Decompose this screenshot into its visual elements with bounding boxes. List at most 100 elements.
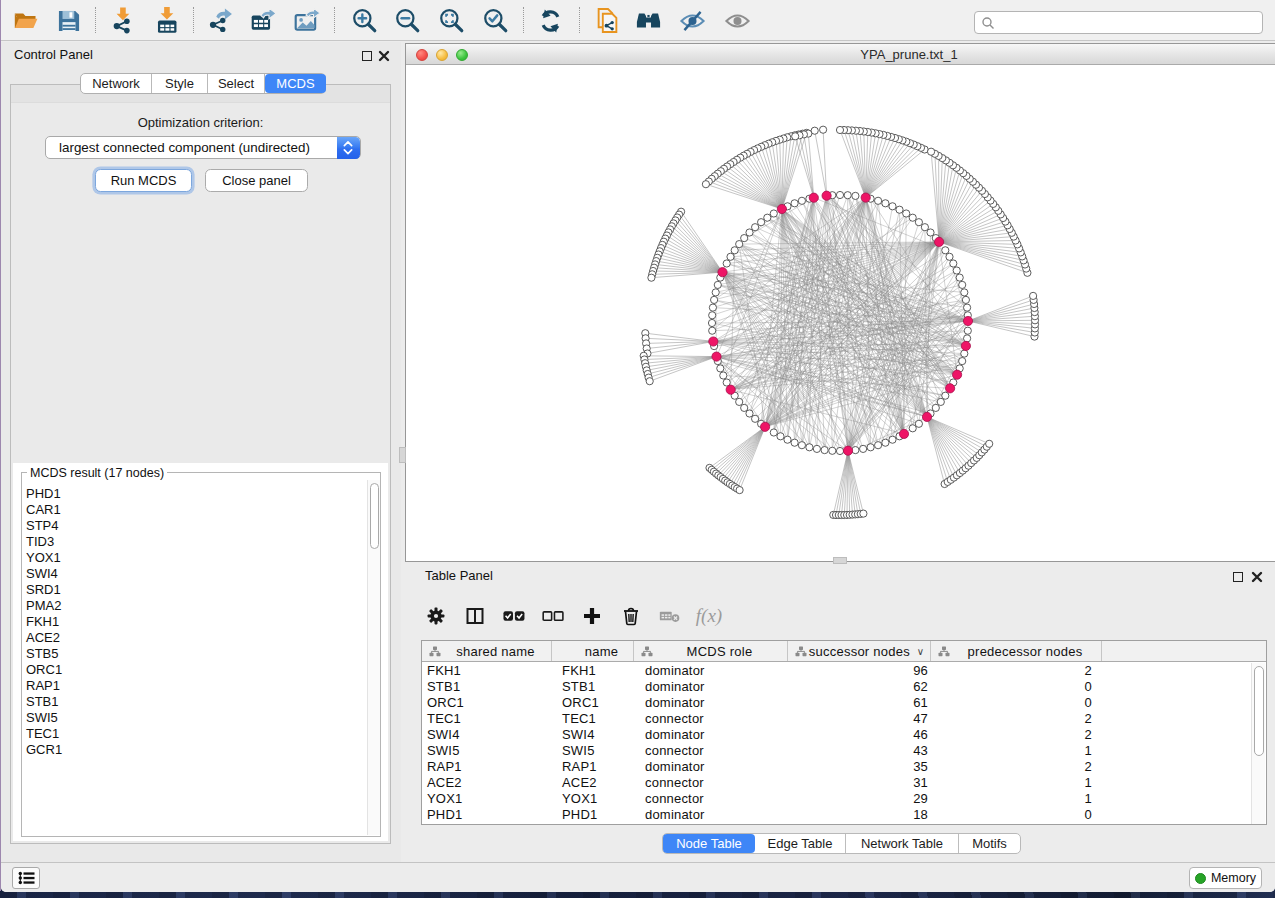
import-network-icon[interactable] xyxy=(110,7,137,34)
float-table-panel-icon[interactable] xyxy=(1233,572,1243,582)
tab-edge-table[interactable]: Edge Table xyxy=(755,834,846,853)
run-mcds-button[interactable]: Run MCDS xyxy=(95,169,192,192)
mcds-result-item[interactable]: STP4 xyxy=(23,518,367,534)
show-all-icon[interactable] xyxy=(724,7,751,34)
save-session-icon[interactable] xyxy=(55,7,82,34)
mcds-result-list[interactable]: PHD1CAR1STP4TID3YOX1SWI4SRD1PMA2FKH1ACE2… xyxy=(23,486,367,835)
select-all-icon[interactable] xyxy=(503,605,525,627)
mcds-result-item[interactable]: TID3 xyxy=(23,534,367,550)
function-builder-icon[interactable]: f(x) xyxy=(698,605,720,627)
close-window-icon[interactable] xyxy=(416,49,429,62)
tab-select[interactable]: Select xyxy=(208,74,265,93)
zoom-out-icon[interactable] xyxy=(394,7,421,34)
refresh-view-icon[interactable] xyxy=(537,7,564,34)
delete-row-icon[interactable] xyxy=(620,605,642,627)
export-table-icon[interactable] xyxy=(249,7,276,34)
criterion-dropdown[interactable]: largest connected component (undirected) xyxy=(45,136,361,159)
table-cell: 62 xyxy=(788,679,931,695)
mcds-result-item[interactable]: TEC1 xyxy=(23,726,367,742)
search-field[interactable] xyxy=(974,11,1263,34)
table-row[interactable]: TEC1TEC1connector472 xyxy=(422,711,1266,727)
column-header-name[interactable]: name xyxy=(552,641,634,661)
table-scrollbar[interactable] xyxy=(1251,663,1265,824)
mcds-result-item[interactable]: FKH1 xyxy=(23,614,367,630)
scrollbar-thumb[interactable] xyxy=(1254,666,1264,756)
table-cell: 1 xyxy=(931,791,1102,807)
tab-node-table[interactable]: Node Table xyxy=(663,834,755,853)
export-image-icon[interactable] xyxy=(293,7,320,34)
mcds-result-item[interactable]: YOX1 xyxy=(23,550,367,566)
delete-table-icon[interactable] xyxy=(659,605,681,627)
mcds-result-item[interactable]: SWI4 xyxy=(23,566,367,582)
minimize-window-icon[interactable] xyxy=(436,49,449,62)
table-cell: 35 xyxy=(788,759,931,775)
scrollbar-thumb[interactable] xyxy=(370,483,379,549)
clone-network-icon[interactable] xyxy=(594,7,621,34)
table-cell: connector xyxy=(634,791,788,807)
table-row[interactable]: ORC1ORC1dominator610 xyxy=(422,695,1266,711)
tab-mcds[interactable]: MCDS xyxy=(265,74,326,93)
mcds-result-item[interactable]: CAR1 xyxy=(23,502,367,518)
table-cell: ORC1 xyxy=(422,695,552,711)
horizontal-splitter-handle[interactable] xyxy=(833,557,847,564)
deselect-all-icon[interactable] xyxy=(542,605,564,627)
import-table-icon[interactable] xyxy=(154,7,181,34)
close-panel-icon[interactable] xyxy=(378,50,390,62)
table-row[interactable]: YOX1YOX1connector291 xyxy=(422,791,1266,807)
table-row[interactable]: SWI4SWI4dominator462 xyxy=(422,727,1266,743)
toolbar-separator xyxy=(95,7,96,33)
table-header: shared namenameMCDS rolesuccessor nodes∨… xyxy=(422,641,1266,662)
tab-network-table[interactable]: Network Table xyxy=(846,834,959,853)
show-column-icon[interactable] xyxy=(464,605,486,627)
mcds-list-scrollbar[interactable] xyxy=(367,480,380,835)
table-cell: 31 xyxy=(788,775,931,791)
network-graph[interactable] xyxy=(406,65,1275,562)
memory-button[interactable]: Memory xyxy=(1189,867,1262,889)
close-panel-button[interactable]: Close panel xyxy=(205,169,308,192)
table-row[interactable]: SWI5SWI5connector431 xyxy=(422,743,1266,759)
tab-motifs[interactable]: Motifs xyxy=(959,834,1020,853)
float-panel-icon[interactable] xyxy=(362,51,372,61)
search-input[interactable] xyxy=(995,12,1262,33)
zoom-fit-icon[interactable] xyxy=(438,7,465,34)
table-row[interactable]: PHD1PHD1dominator180 xyxy=(422,807,1266,823)
network-window-titlebar[interactable]: YPA_prune.txt_1 xyxy=(406,44,1275,65)
add-row-icon[interactable] xyxy=(581,605,603,627)
mcds-result-item[interactable]: PHD1 xyxy=(23,486,367,502)
table-cell: SWI4 xyxy=(422,727,552,743)
table-rows: FKH1FKH1dominator962STB1STB1dominator620… xyxy=(422,663,1266,823)
tab-network[interactable]: Network xyxy=(81,74,152,93)
table-row[interactable]: RAP1RAP1dominator352 xyxy=(422,759,1266,775)
first-neighbors-icon[interactable] xyxy=(635,7,662,34)
control-panel-title: Control Panel xyxy=(14,47,93,62)
mcds-result-item[interactable]: STB5 xyxy=(23,646,367,662)
mcds-result-item[interactable]: SWI5 xyxy=(23,710,367,726)
hide-selected-icon[interactable] xyxy=(679,7,706,34)
vertical-splitter-handle[interactable] xyxy=(399,447,406,463)
column-header-MCDS-role[interactable]: MCDS role xyxy=(634,641,788,661)
export-network-icon[interactable] xyxy=(206,7,233,34)
zoom-selected-icon[interactable] xyxy=(482,7,509,34)
mcds-result-item[interactable]: PMA2 xyxy=(23,598,367,614)
close-table-panel-icon[interactable] xyxy=(1251,571,1263,583)
table-options-icon[interactable] xyxy=(425,605,447,627)
column-header-predecessor-nodes[interactable]: predecessor nodes xyxy=(931,641,1102,661)
zoom-in-icon[interactable] xyxy=(351,7,378,34)
mcds-result-item[interactable]: STB1 xyxy=(23,694,367,710)
column-header-shared-name[interactable]: shared name xyxy=(422,641,552,661)
maximize-window-icon[interactable] xyxy=(456,49,469,62)
tab-style[interactable]: Style xyxy=(152,74,208,93)
mcds-result-item[interactable]: SRD1 xyxy=(23,582,367,598)
show-panels-button[interactable] xyxy=(12,867,40,889)
mcds-result-item[interactable]: ACE2 xyxy=(23,630,367,646)
open-file-icon[interactable] xyxy=(12,7,39,34)
mcds-result-item[interactable]: ORC1 xyxy=(23,662,367,678)
table-toolbar: f(x) xyxy=(425,603,720,629)
table-row[interactable]: STB1STB1dominator620 xyxy=(422,679,1266,695)
table-row[interactable]: ACE2ACE2connector311 xyxy=(422,775,1266,791)
table-row[interactable]: FKH1FKH1dominator962 xyxy=(422,663,1266,679)
mcds-result-item[interactable]: RAP1 xyxy=(23,678,367,694)
mcds-result-item[interactable]: GCR1 xyxy=(23,742,367,758)
column-header-successor-nodes[interactable]: successor nodes∨ xyxy=(788,641,931,661)
table-cell: STB1 xyxy=(552,679,634,695)
